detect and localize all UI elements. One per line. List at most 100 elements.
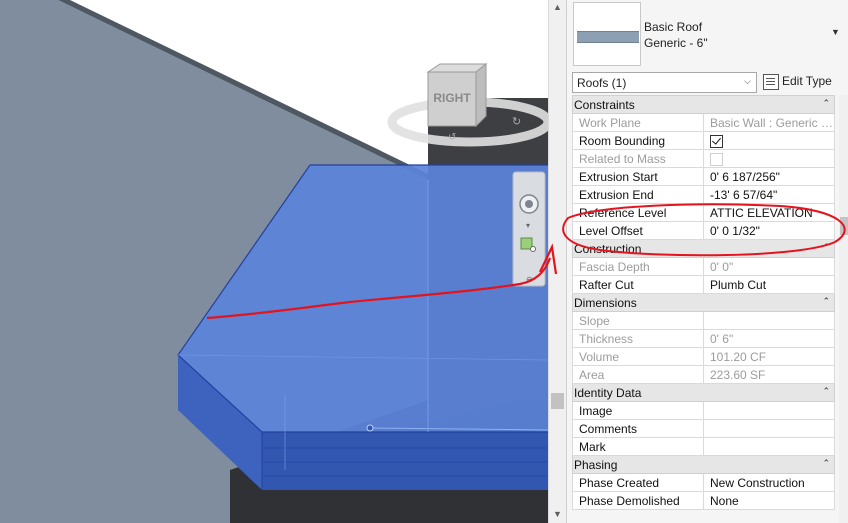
property-name: Thickness — [572, 329, 704, 348]
property-row-comments[interactable]: Comments — [572, 419, 835, 438]
group-label: Construction — [574, 241, 642, 256]
roof-front-face — [262, 432, 548, 490]
property-row-volume: Volume 101.20 CF — [572, 347, 835, 366]
property-value[interactable] — [703, 419, 835, 438]
svg-text:▾: ▾ — [526, 221, 530, 230]
group-label: Identity Data — [574, 385, 642, 400]
property-name: Room Bounding — [572, 131, 704, 150]
property-value[interactable]: New Construction — [703, 473, 835, 492]
property-name: Fascia Depth — [572, 257, 704, 276]
checkbox-unchecked-icon — [710, 152, 723, 166]
property-value: 223.60 SF — [703, 365, 835, 384]
property-name: Area — [572, 365, 704, 384]
zoom-region-icon — [520, 237, 533, 250]
svg-text:↺: ↺ — [448, 132, 456, 143]
type-selector[interactable]: Basic Roof Generic - 6" ▼ — [572, 0, 840, 68]
property-row-phase-created[interactable]: Phase Created New Construction — [572, 473, 835, 492]
properties-grid: Constraints ⌃ Work Plane Basic Wall : Gener… — [572, 95, 835, 510]
checkbox-checked-icon[interactable] — [710, 134, 723, 148]
viewport-scrollbar[interactable]: ▲ ▼ — [548, 0, 567, 523]
property-value[interactable]: None — [703, 491, 835, 510]
properties-scrollbar[interactable] — [839, 95, 848, 523]
property-name: Extrusion End — [572, 185, 704, 204]
properties-palette: Basic Roof Generic - 6" ▼ Roofs (1) ⌵ Ed… — [566, 0, 848, 523]
property-row-extrusion-end[interactable]: Extrusion End -13' 6 57/64" — [572, 185, 835, 204]
collapse-caret-icon[interactable]: ⌃ — [822, 386, 830, 397]
group-constraints[interactable]: Constraints ⌃ — [572, 95, 835, 114]
property-value[interactable]: -13' 6 57/64" — [703, 185, 835, 204]
chevron-down-icon: ⌵ — [744, 76, 751, 86]
property-value: 101.20 CF — [703, 347, 835, 366]
scroll-down-icon[interactable]: ▼ — [553, 509, 562, 519]
group-label: Dimensions — [574, 295, 637, 310]
group-identity-data[interactable]: Identity Data ⌃ — [572, 383, 835, 402]
scroll-thumb[interactable] — [551, 393, 564, 409]
property-value: 0' 0" — [703, 257, 835, 276]
property-row-thickness: Thickness 0' 6" — [572, 329, 835, 348]
property-row-fascia-depth: Fascia Depth 0' 0" — [572, 257, 835, 276]
group-label: Phasing — [574, 457, 618, 472]
collapse-caret-icon[interactable]: ⌃ — [822, 98, 830, 109]
property-row-extrusion-start[interactable]: Extrusion Start 0' 6 187/256" — [572, 167, 835, 186]
group-phasing[interactable]: Phasing ⌃ — [572, 455, 835, 474]
triangle-down-icon[interactable]: ▼ — [831, 27, 840, 37]
group-dimensions[interactable]: Dimensions ⌃ — [572, 293, 835, 312]
property-name: Volume — [572, 347, 704, 366]
property-row-related-to-mass: Related to Mass — [572, 149, 835, 168]
property-value — [703, 149, 835, 168]
viewcube-side — [475, 62, 487, 128]
property-name: Related to Mass — [572, 149, 704, 168]
property-row-image[interactable]: Image — [572, 401, 835, 420]
instance-filter-value: Roofs (1) — [577, 76, 627, 90]
property-row-room-bounding[interactable]: Room Bounding — [572, 131, 835, 150]
property-value[interactable]: Plumb Cut — [703, 275, 835, 294]
property-row-mark[interactable]: Mark — [572, 437, 835, 456]
scroll-up-icon[interactable]: ▲ — [553, 2, 562, 12]
property-value[interactable]: 0' 6 187/256" — [703, 167, 835, 186]
svg-text:↻: ↻ — [512, 116, 521, 128]
property-name: Comments — [572, 419, 704, 438]
property-name: Extrusion Start — [572, 167, 704, 186]
svg-text:⊖: ⊖ — [526, 275, 533, 284]
property-name: Slope — [572, 311, 704, 330]
property-row-phase-demolished[interactable]: Phase Demolished None — [572, 491, 835, 510]
collapse-caret-icon[interactable]: ⌃ — [822, 242, 830, 253]
property-name: Reference Level — [572, 203, 704, 222]
properties-scroll-thumb[interactable] — [840, 217, 848, 235]
3d-viewport[interactable]: RIGHT ↺ ↻ ▾ ⊖ — [0, 0, 548, 523]
property-value[interactable]: 0' 0 1/32" — [703, 221, 835, 240]
group-construction[interactable]: Construction ⌃ — [572, 239, 835, 258]
property-name: Work Plane — [572, 113, 704, 132]
property-value[interactable] — [703, 401, 835, 420]
property-value[interactable] — [703, 437, 835, 456]
property-name: Phase Demolished — [572, 491, 704, 510]
group-label: Constraints — [574, 97, 635, 112]
type-name: Generic - 6" — [644, 36, 708, 50]
collapse-caret-icon[interactable]: ⌃ — [822, 296, 830, 307]
property-value[interactable]: ATTIC ELEVATION — [703, 203, 835, 222]
property-value — [703, 311, 835, 330]
property-name: Phase Created — [572, 473, 704, 492]
property-row-level-offset[interactable]: Level Offset 0' 0 1/32" — [572, 221, 835, 240]
edit-type-button[interactable]: Edit Type — [761, 72, 843, 91]
property-name: Image — [572, 401, 704, 420]
edit-type-label: Edit Type — [782, 74, 832, 88]
property-value[interactable] — [703, 131, 835, 150]
viewcube-label: RIGHT — [433, 91, 471, 105]
shape-handle — [366, 424, 374, 432]
edit-type-icon — [763, 74, 779, 90]
property-row-slope: Slope — [572, 311, 835, 330]
type-preview-image — [573, 2, 641, 66]
property-name: Mark — [572, 437, 704, 456]
property-name: Rafter Cut — [572, 275, 704, 294]
property-row-area: Area 223.60 SF — [572, 365, 835, 384]
instance-filter-dropdown[interactable]: Roofs (1) ⌵ — [572, 72, 757, 93]
property-value: 0' 6" — [703, 329, 835, 348]
property-name: Level Offset — [572, 221, 704, 240]
property-value: Basic Wall : Generic - ... — [703, 113, 835, 132]
property-row-work-plane: Work Plane Basic Wall : Generic - ... — [572, 113, 835, 132]
family-name: Basic Roof — [644, 20, 703, 34]
property-row-rafter-cut[interactable]: Rafter Cut Plumb Cut — [572, 275, 835, 294]
property-row-reference-level[interactable]: Reference Level ATTIC ELEVATION — [572, 203, 835, 222]
collapse-caret-icon[interactable]: ⌃ — [822, 458, 830, 469]
